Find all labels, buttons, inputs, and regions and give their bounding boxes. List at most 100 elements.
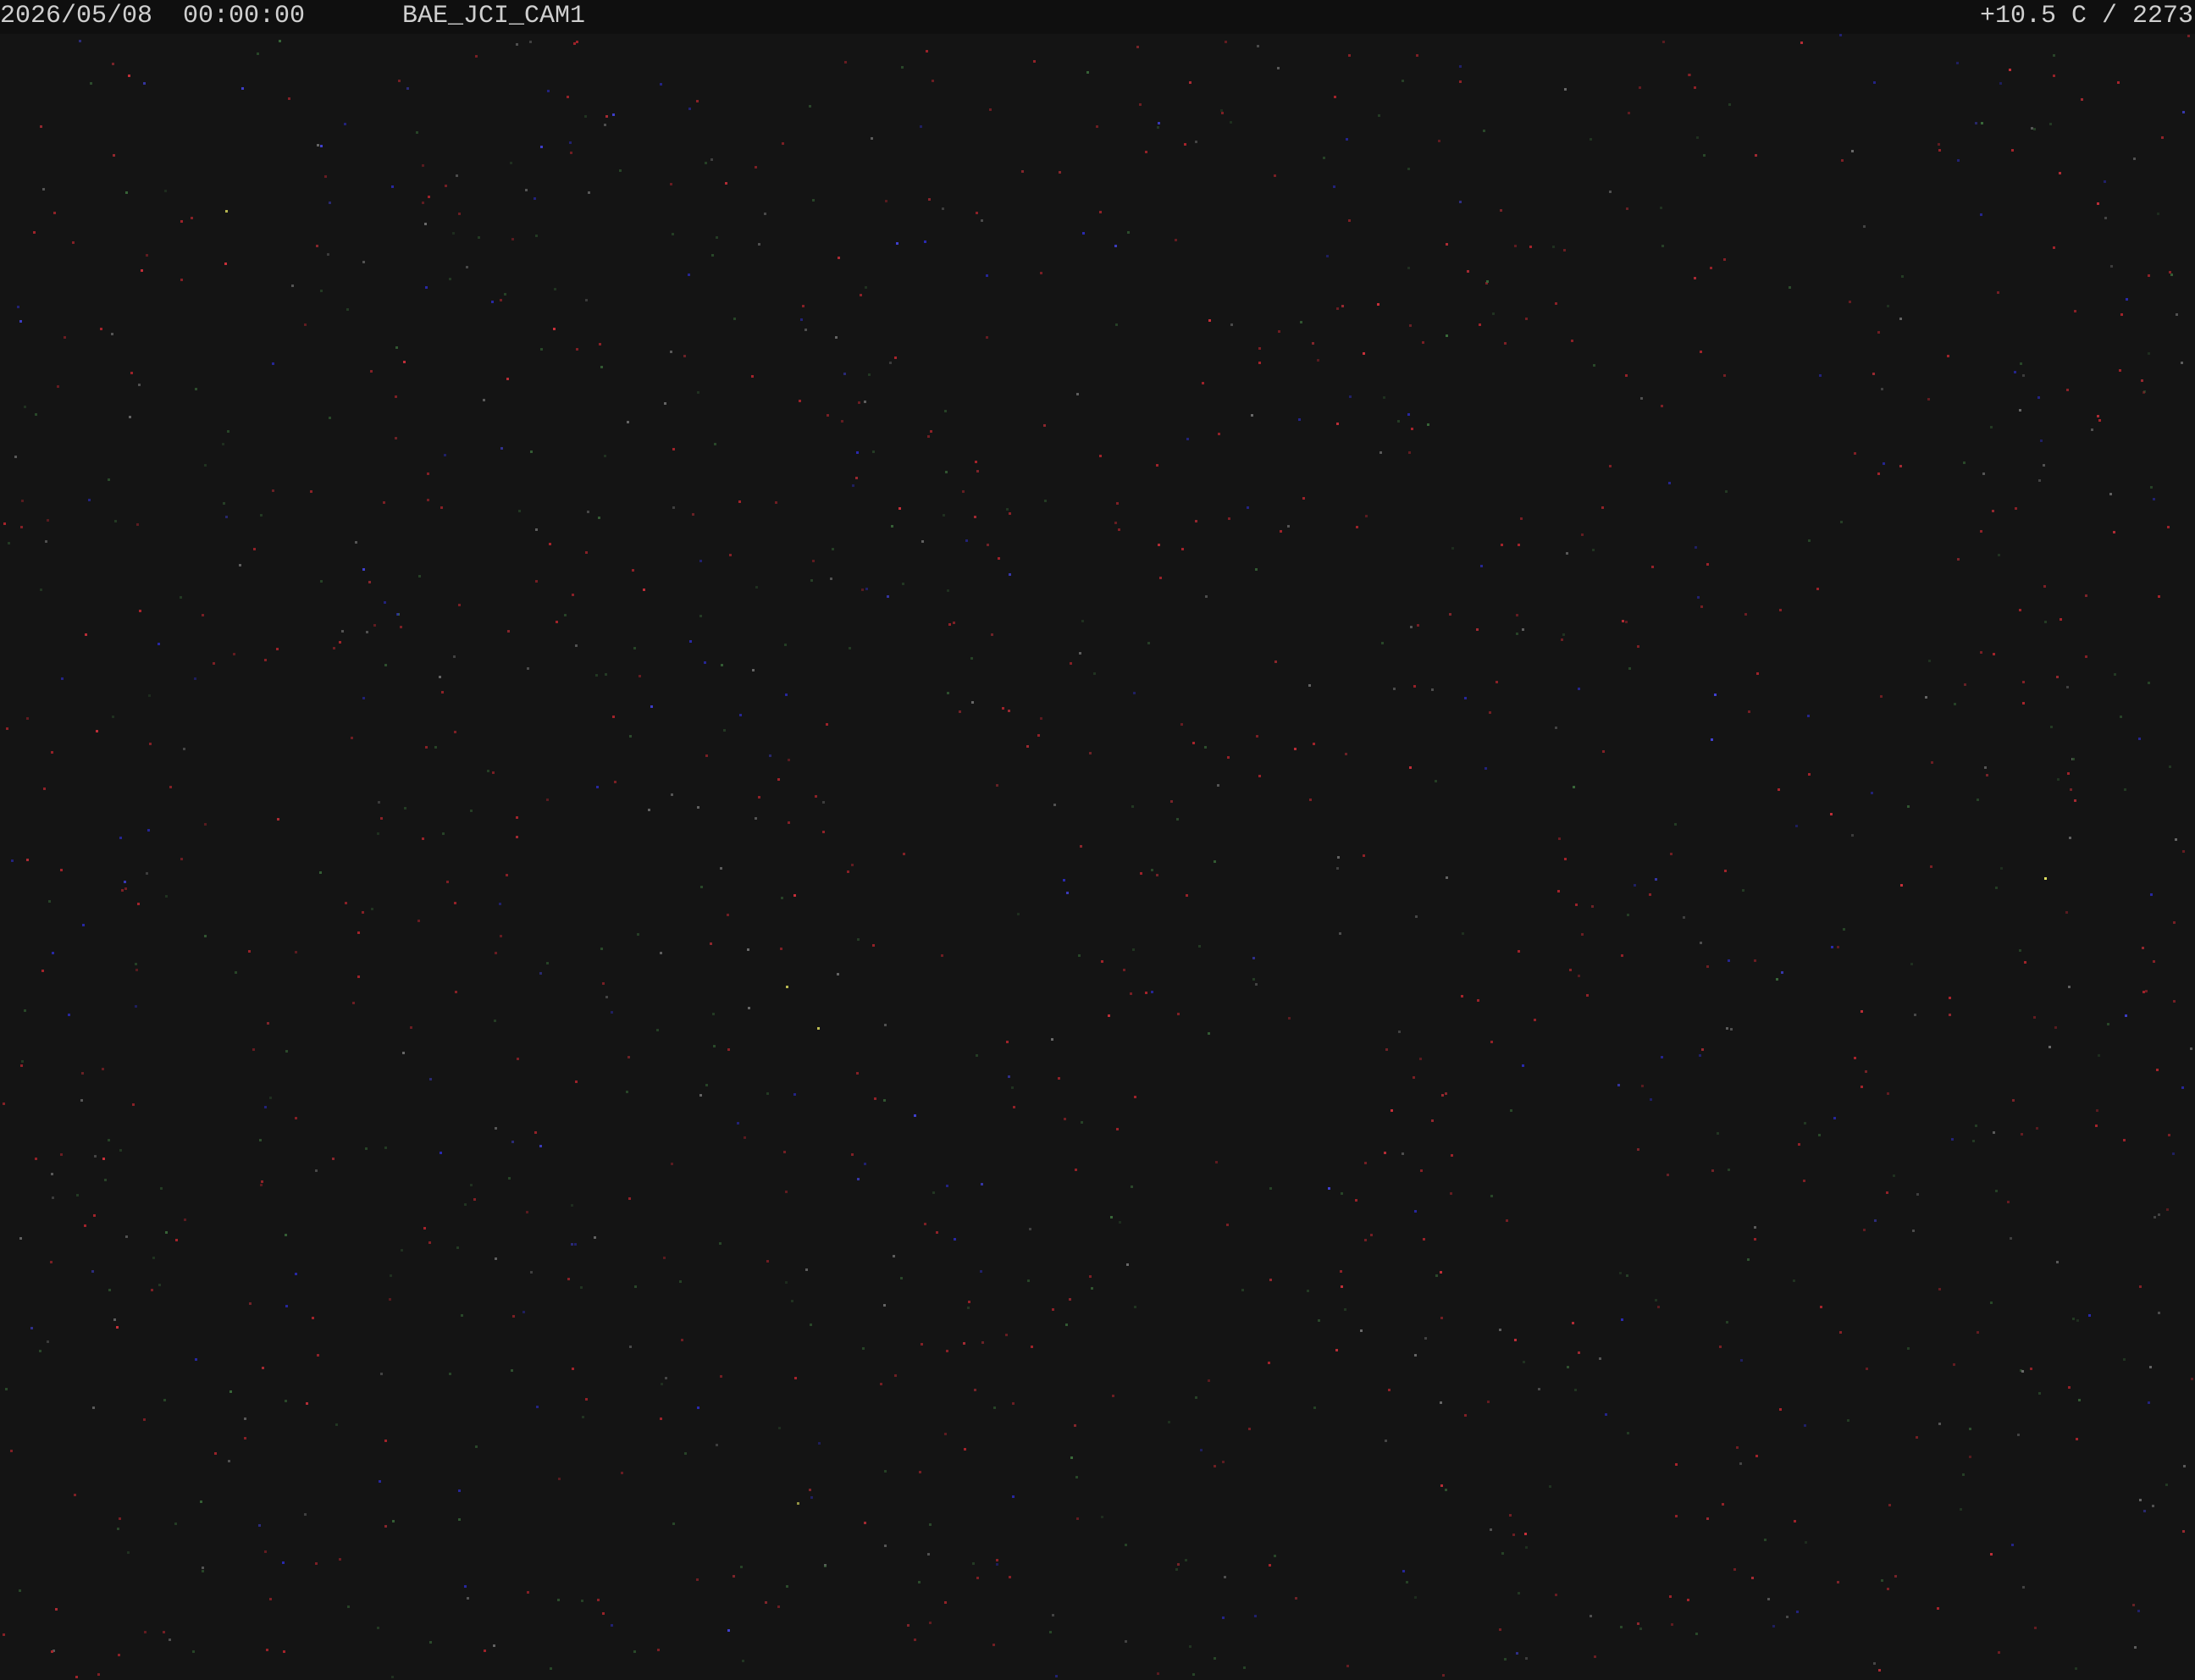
noise-pixel bbox=[21, 1060, 24, 1063]
noise-pixel bbox=[1888, 1504, 1891, 1506]
noise-pixel bbox=[1701, 1048, 1704, 1051]
noise-pixel bbox=[1082, 232, 1085, 235]
noise-pixel bbox=[146, 872, 148, 875]
noise-pixel bbox=[1639, 86, 1641, 89]
noise-pixel bbox=[1256, 735, 1258, 738]
noise-pixel bbox=[1590, 1615, 1592, 1617]
noise-pixel bbox=[1651, 566, 1654, 568]
noise-pixel bbox=[2022, 681, 2025, 683]
noise-pixel bbox=[1549, 1485, 1551, 1488]
noise-pixel bbox=[755, 166, 757, 169]
noise-pixel bbox=[996, 784, 998, 787]
noise-pixel bbox=[2097, 202, 2099, 205]
noise-pixel bbox=[553, 328, 556, 330]
noise-pixel bbox=[1877, 331, 1880, 334]
noise-pixel bbox=[19, 320, 22, 323]
noise-pixel bbox=[1990, 1553, 1993, 1556]
noise-pixel bbox=[1854, 1057, 1856, 1059]
noise-pixel bbox=[2148, 274, 2150, 277]
noise-pixel bbox=[1312, 342, 1314, 345]
noise-pixel bbox=[1116, 1128, 1119, 1130]
noise-pixel bbox=[1916, 1193, 1919, 1196]
noise-pixel bbox=[1485, 767, 1487, 770]
noise-pixel bbox=[84, 1224, 86, 1227]
noise-pixel bbox=[546, 962, 549, 964]
noise-pixel bbox=[1364, 1239, 1367, 1241]
noise-pixel bbox=[964, 1448, 966, 1451]
noise-pixel bbox=[1009, 573, 1011, 576]
noise-pixel bbox=[1514, 245, 1517, 247]
noise-pixel bbox=[697, 391, 699, 394]
noise-pixel bbox=[959, 710, 961, 713]
noise-pixel bbox=[1509, 1514, 1512, 1517]
noise-pixel bbox=[1722, 1503, 1724, 1506]
noise-pixel bbox=[1114, 245, 1117, 247]
noise-pixel bbox=[688, 108, 691, 110]
noise-pixel bbox=[1786, 1616, 1789, 1618]
noise-pixel bbox=[1641, 1085, 1644, 1087]
noise-pixel bbox=[1820, 1306, 1822, 1308]
noise-pixel bbox=[996, 1563, 998, 1566]
noise-pixel bbox=[1995, 1190, 1998, 1192]
noise-pixel bbox=[1313, 743, 1315, 745]
noise-pixel bbox=[43, 788, 46, 790]
noise-pixel bbox=[700, 886, 703, 888]
noise-pixel bbox=[1440, 1271, 1442, 1274]
noise-pixel bbox=[1450, 1192, 1452, 1195]
noise-pixel bbox=[1873, 1662, 1876, 1665]
noise-pixel bbox=[136, 523, 139, 526]
noise-pixel bbox=[611, 1011, 613, 1014]
noise-pixel bbox=[600, 366, 603, 368]
noise-pixel bbox=[605, 996, 608, 998]
noise-pixel bbox=[1839, 1331, 1842, 1334]
noise-pixel bbox=[2081, 98, 2083, 101]
noise-pixel bbox=[2191, 1378, 2193, 1380]
noise-pixel bbox=[452, 232, 455, 235]
noise-pixel bbox=[1254, 1615, 1257, 1617]
noise-pixel bbox=[924, 240, 926, 243]
noise-pixel bbox=[2117, 81, 2120, 84]
noise-pixel bbox=[1534, 1019, 1536, 1021]
noise-pixel bbox=[599, 343, 601, 345]
noise-pixel bbox=[605, 115, 608, 118]
noise-pixel bbox=[660, 83, 662, 86]
noise-pixel bbox=[570, 152, 572, 154]
noise-pixel bbox=[2022, 702, 2025, 705]
noise-pixel bbox=[742, 1660, 744, 1662]
noise-pixel bbox=[1029, 1228, 1031, 1230]
noise-pixel bbox=[2172, 1152, 2175, 1155]
noise-pixel bbox=[2053, 75, 2055, 77]
noise-pixel bbox=[466, 266, 468, 268]
noise-pixel bbox=[96, 730, 98, 732]
noise-pixel bbox=[384, 1440, 387, 1442]
noise-pixel bbox=[1627, 1432, 1629, 1434]
noise-pixel bbox=[1687, 1599, 1689, 1601]
noise-pixel bbox=[1512, 1534, 1515, 1536]
noise-pixel bbox=[1993, 653, 1995, 655]
noise-pixel bbox=[993, 1406, 996, 1409]
noise-pixel bbox=[885, 200, 887, 202]
noise-pixel bbox=[781, 897, 783, 899]
noise-pixel bbox=[392, 1520, 395, 1522]
noise-pixel bbox=[1388, 1389, 1391, 1391]
noise-pixel bbox=[1441, 1094, 1444, 1097]
noise-pixel bbox=[1364, 1162, 1367, 1164]
noise-pixel bbox=[944, 410, 947, 412]
noise-pixel bbox=[143, 82, 146, 85]
noise-pixel bbox=[282, 1561, 285, 1564]
noise-pixel bbox=[758, 796, 760, 799]
noise-pixel bbox=[1248, 1428, 1251, 1430]
noise-pixel bbox=[2153, 960, 2155, 963]
noise-pixel bbox=[716, 236, 718, 239]
noise-pixel bbox=[2156, 1069, 2159, 1071]
noise-pixel bbox=[699, 615, 702, 617]
noise-pixel bbox=[2076, 1319, 2079, 1322]
noise-pixel bbox=[812, 560, 815, 562]
noise-pixel bbox=[40, 125, 42, 128]
noise-pixel bbox=[1370, 1234, 1373, 1236]
noise-pixel bbox=[1298, 418, 1301, 421]
noise-pixel bbox=[587, 511, 589, 513]
noise-pixel bbox=[445, 185, 447, 187]
noise-pixel bbox=[1714, 694, 1717, 696]
noise-pixel bbox=[396, 613, 399, 616]
